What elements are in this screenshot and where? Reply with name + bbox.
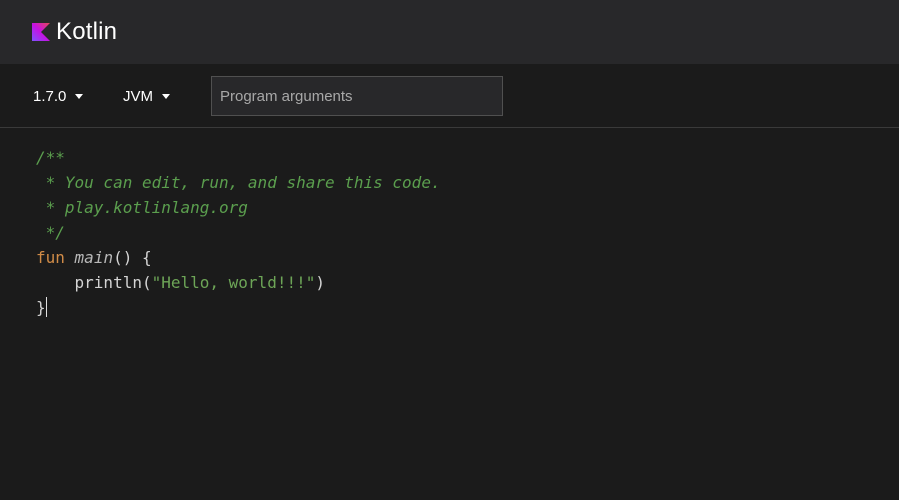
code-line[interactable]: println("Hello, world!!!") [36,270,441,295]
code-token-string: "Hello, world!!!" [151,273,316,292]
code-token-plain: () { [113,248,152,267]
code-token-comment: * You can edit, run, and share this code… [36,173,441,192]
code-token-plain: ) [315,273,325,292]
code-token-comment: */ [36,223,65,242]
toolbar: 1.7.0 JVM [0,64,899,128]
header: Kotlin [0,0,899,64]
code-content[interactable]: /** * You can edit, run, and share this … [36,145,441,320]
text-cursor [45,297,47,317]
code-token-plain: println( [36,273,152,292]
kotlin-version-value: 1.7.0 [33,87,67,105]
code-token-keyword: fun [36,248,65,267]
code-token-fn: main [74,248,114,267]
program-arguments-input[interactable] [211,76,503,116]
kotlin-logo-icon [32,23,50,41]
code-line[interactable]: fun main() { [36,245,441,270]
target-platform-dropdown[interactable]: JVM [123,64,170,128]
kotlin-logo[interactable]: Kotlin [32,0,117,64]
caret-down-icon [162,93,170,99]
code-editor[interactable]: /** * You can edit, run, and share this … [0,129,899,500]
target-platform-value: JVM [123,87,153,105]
kotlin-version-dropdown[interactable]: 1.7.0 [33,64,84,128]
code-line[interactable]: */ [36,220,441,245]
code-token-comment: * play.kotlinlang.org [36,198,248,217]
code-line[interactable]: * You can edit, run, and share this code… [36,170,441,195]
code-token-plain: } [36,298,46,317]
code-line[interactable]: /** [36,145,441,170]
code-line[interactable]: } [36,295,441,320]
kotlin-playground: Kotlin 1.7.0 JVM /** * You can edit, run… [0,0,899,500]
code-line[interactable]: * play.kotlinlang.org [36,195,441,220]
caret-down-icon [75,93,84,99]
code-token-comment: /** [36,148,65,167]
brand-name: Kotlin [56,18,118,45]
